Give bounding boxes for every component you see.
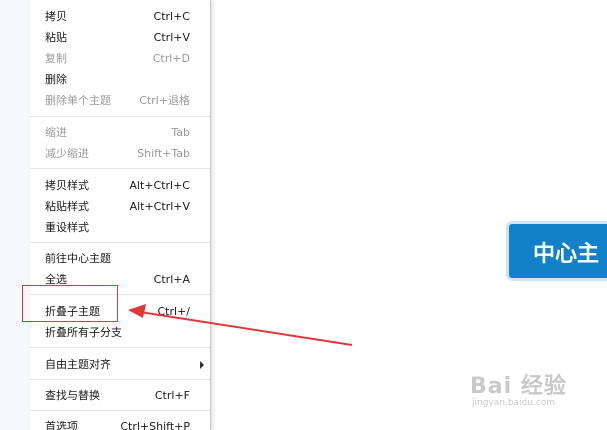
watermark-text: Bai 经验 <box>470 374 567 399</box>
menu-item-free-topic-align[interactable]: 自由主题对齐 <box>30 355 210 375</box>
chevron-right-icon <box>200 361 204 369</box>
menu-item-shortcut: Ctrl+V <box>153 31 190 44</box>
menu-item-preferences[interactable]: 首选项 Ctrl+Shift+P <box>30 417 210 430</box>
menu-item-label: 折叠子主题 <box>45 305 100 318</box>
menu-item-shortcut: Ctrl+A <box>153 273 190 286</box>
menu-separator <box>30 379 210 380</box>
menu-item-collapse-subtopics[interactable]: 折叠子主题 Ctrl+/ <box>30 302 210 322</box>
menu-separator <box>30 410 210 411</box>
menu-item-label: 查找与替换 <box>45 389 100 402</box>
menu-item-shortcut: Ctrl+退格 <box>139 94 190 107</box>
central-topic-node[interactable]: 中心主 <box>506 221 607 281</box>
context-menu: 拷贝 Ctrl+C 粘贴 Ctrl+V 复制 Ctrl+D 删除 删除单个主题 … <box>30 0 211 430</box>
menu-item-select-all[interactable]: 全选 Ctrl+A <box>30 270 210 290</box>
menu-item-shortcut: Ctrl+C <box>153 10 190 23</box>
menu-item-label: 折叠所有子分支 <box>45 326 122 339</box>
menu-item-shortcut: Alt+Ctrl+V <box>129 200 190 213</box>
watermark: Bai 经验 jingyan.baidu.com <box>462 368 602 414</box>
menu-item-delete-single-topic[interactable]: 删除单个主题 Ctrl+退格 <box>30 91 210 111</box>
menu-item-reset-style[interactable]: 重设样式 <box>30 218 210 238</box>
menu-item-label: 拷贝样式 <box>45 179 89 192</box>
menu-item-label: 减少缩进 <box>45 147 89 160</box>
menu-item-label: 复制 <box>45 52 67 65</box>
menu-item-shortcut: Alt+Ctrl+C <box>129 179 190 192</box>
menu-separator <box>30 116 210 117</box>
menu-item-shortcut: Shift+Tab <box>137 147 190 160</box>
menu-item-go-central-topic[interactable]: 前往中心主题 <box>30 249 210 269</box>
menu-item-label: 粘贴 <box>45 31 67 44</box>
menu-item-shortcut: Tab <box>171 126 190 139</box>
menu-item-outdent[interactable]: 减少缩进 Shift+Tab <box>30 144 210 164</box>
menu-item-collapse-all-branches[interactable]: 折叠所有子分支 <box>30 323 210 343</box>
menu-item-paste[interactable]: 粘贴 Ctrl+V <box>30 28 210 48</box>
menu-item-label: 前往中心主题 <box>45 252 111 265</box>
menu-separator <box>30 168 210 169</box>
menu-item-shortcut: Ctrl+D <box>152 52 190 65</box>
menu-item-duplicate[interactable]: 复制 Ctrl+D <box>30 49 210 69</box>
menu-item-indent[interactable]: 缩进 Tab <box>30 123 210 143</box>
menu-item-shortcut: Ctrl+/ <box>157 305 191 318</box>
menu-item-find-replace[interactable]: 查找与替换 Ctrl+F <box>30 386 210 406</box>
menu-separator <box>30 347 210 348</box>
menu-item-label: 删除单个主题 <box>45 94 111 107</box>
menu-separator <box>30 294 210 295</box>
menu-item-label: 自由主题对齐 <box>45 358 111 371</box>
menu-item-label: 删除 <box>45 73 67 86</box>
menu-item-label: 重设样式 <box>45 221 89 234</box>
menu-item-delete[interactable]: 删除 <box>30 70 210 90</box>
left-panel-strip <box>0 0 30 430</box>
menu-item-paste-style[interactable]: 粘贴样式 Alt+Ctrl+V <box>30 197 210 217</box>
menu-item-label: 首选项 <box>45 420 78 430</box>
menu-item-copy-style[interactable]: 拷贝样式 Alt+Ctrl+C <box>30 176 210 196</box>
menu-item-shortcut: Ctrl+F <box>154 389 190 402</box>
menu-item-label: 粘贴样式 <box>45 200 89 213</box>
menu-item-label: 缩进 <box>45 126 67 139</box>
watermark-url: jingyan.baidu.com <box>472 398 556 408</box>
menu-item-label: 拷贝 <box>45 10 67 23</box>
central-topic-text: 中心主 <box>533 242 600 267</box>
menu-item-shortcut: Ctrl+Shift+P <box>120 420 190 430</box>
menu-item-copy[interactable]: 拷贝 Ctrl+C <box>30 7 210 27</box>
menu-separator <box>30 242 210 243</box>
screenshot-stage: 拷贝 Ctrl+C 粘贴 Ctrl+V 复制 Ctrl+D 删除 删除单个主题 … <box>0 0 607 430</box>
menu-item-label: 全选 <box>45 273 67 286</box>
